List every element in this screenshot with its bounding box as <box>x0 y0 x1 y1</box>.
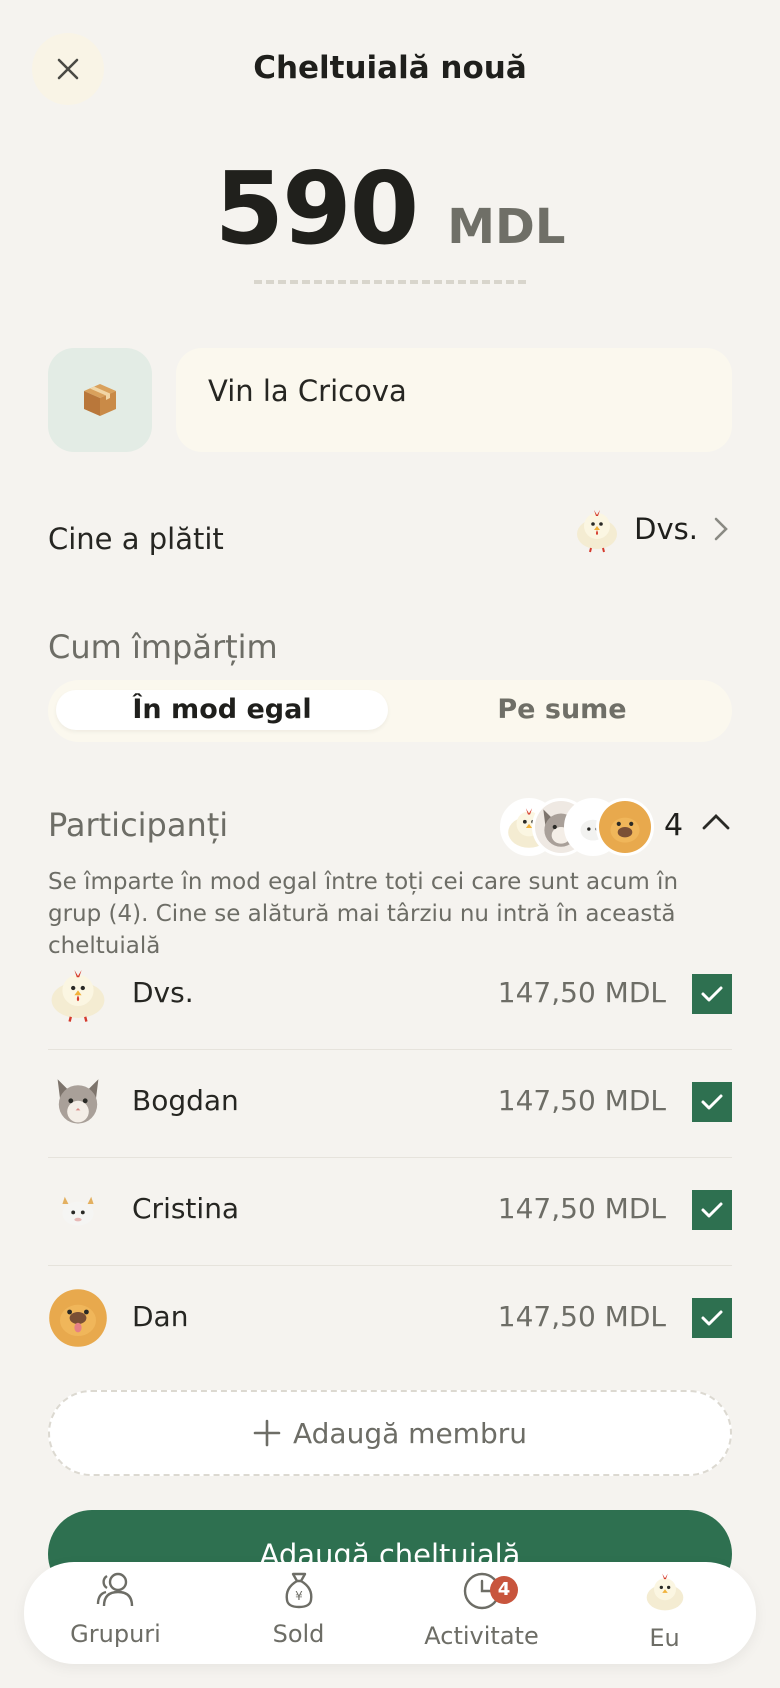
member-checkbox[interactable] <box>692 1190 732 1230</box>
member-checkbox[interactable] <box>692 1082 732 1122</box>
tab-bar: Grupuri ¥ Sold 4 Activitate Eu <box>24 1562 756 1664</box>
tab-groups[interactable]: Grupuri <box>24 1570 207 1648</box>
people-icon <box>96 1572 133 1607</box>
payer-name: Dvs. <box>634 512 698 546</box>
add-member-label: Adaugă membru <box>293 1416 527 1450</box>
member-name: Dan <box>132 1300 189 1333</box>
split-option-equal[interactable]: În mod egal <box>56 690 388 730</box>
chicken-avatar <box>577 510 618 553</box>
participants-avatar-stack[interactable] <box>500 798 660 856</box>
member-share: 147,50 MDL <box>497 1084 666 1117</box>
chevron-up-icon[interactable] <box>700 810 732 834</box>
check-icon <box>701 1202 723 1218</box>
list-item[interactable]: Cristina 147,50 MDL <box>48 1158 732 1266</box>
member-share: 147,50 MDL <box>497 1300 666 1333</box>
money-bag-icon: ¥ <box>285 1572 312 1609</box>
tab-balance-label: Sold <box>272 1620 325 1648</box>
amount-underline <box>254 280 526 284</box>
plus-icon <box>253 1419 281 1447</box>
goat-avatar <box>62 1196 94 1226</box>
list-item[interactable]: Bogdan 147,50 MDL <box>48 1050 732 1158</box>
tab-activity-label: Activitate <box>424 1622 539 1650</box>
member-share: 147,50 MDL <box>497 1192 666 1225</box>
list-item[interactable]: Dvs. 147,50 MDL <box>48 942 732 1050</box>
check-icon <box>701 1094 723 1110</box>
dog-avatar <box>596 798 654 856</box>
tab-me[interactable]: Eu <box>573 1570 756 1652</box>
amount-display[interactable]: 590 MDL <box>0 150 780 267</box>
check-icon <box>701 986 723 1002</box>
paid-by-label: Cine a plătit <box>48 522 224 556</box>
amount-value: 590 <box>214 150 420 267</box>
tab-me-label: Eu <box>649 1624 680 1652</box>
split-segmented-control: În mod egal Pe sume <box>48 680 732 742</box>
chicken-avatar <box>646 1573 683 1611</box>
cat-avatar <box>57 1079 99 1124</box>
add-member-button[interactable]: Adaugă membru <box>48 1390 732 1476</box>
tab-balance[interactable]: ¥ Sold <box>207 1570 390 1648</box>
participants-count: 4 <box>664 808 684 843</box>
member-checkbox[interactable] <box>692 974 732 1014</box>
member-name: Bogdan <box>132 1084 239 1117</box>
amount-currency[interactable]: MDL <box>447 199 565 255</box>
member-checkbox[interactable] <box>692 1298 732 1338</box>
member-name: Dvs. <box>132 976 194 1009</box>
tab-groups-label: Grupuri <box>70 1620 161 1648</box>
split-method-label: Cum împărțim <box>48 628 278 666</box>
chicken-avatar <box>51 970 105 1022</box>
member-name: Cristina <box>132 1192 240 1225</box>
split-option-amounts[interactable]: Pe sume <box>396 690 728 730</box>
tab-activity[interactable]: 4 Activitate <box>390 1570 573 1650</box>
dog-avatar <box>49 1289 107 1347</box>
description-input[interactable]: Vin la Cricova <box>176 348 732 452</box>
participants-label: Participanți <box>48 806 229 844</box>
list-item[interactable]: Dan 147,50 MDL <box>48 1266 732 1374</box>
paid-by-selector[interactable]: Dvs. <box>572 504 732 554</box>
member-share: 147,50 MDL <box>497 976 666 1009</box>
check-icon <box>701 1310 723 1326</box>
activity-badge: 4 <box>490 1576 518 1604</box>
package-icon <box>84 384 116 416</box>
svg-text:¥: ¥ <box>295 1589 303 1603</box>
chevron-right-icon <box>714 517 728 541</box>
category-button[interactable] <box>48 348 152 452</box>
page-title: Cheltuială nouă <box>253 50 527 86</box>
